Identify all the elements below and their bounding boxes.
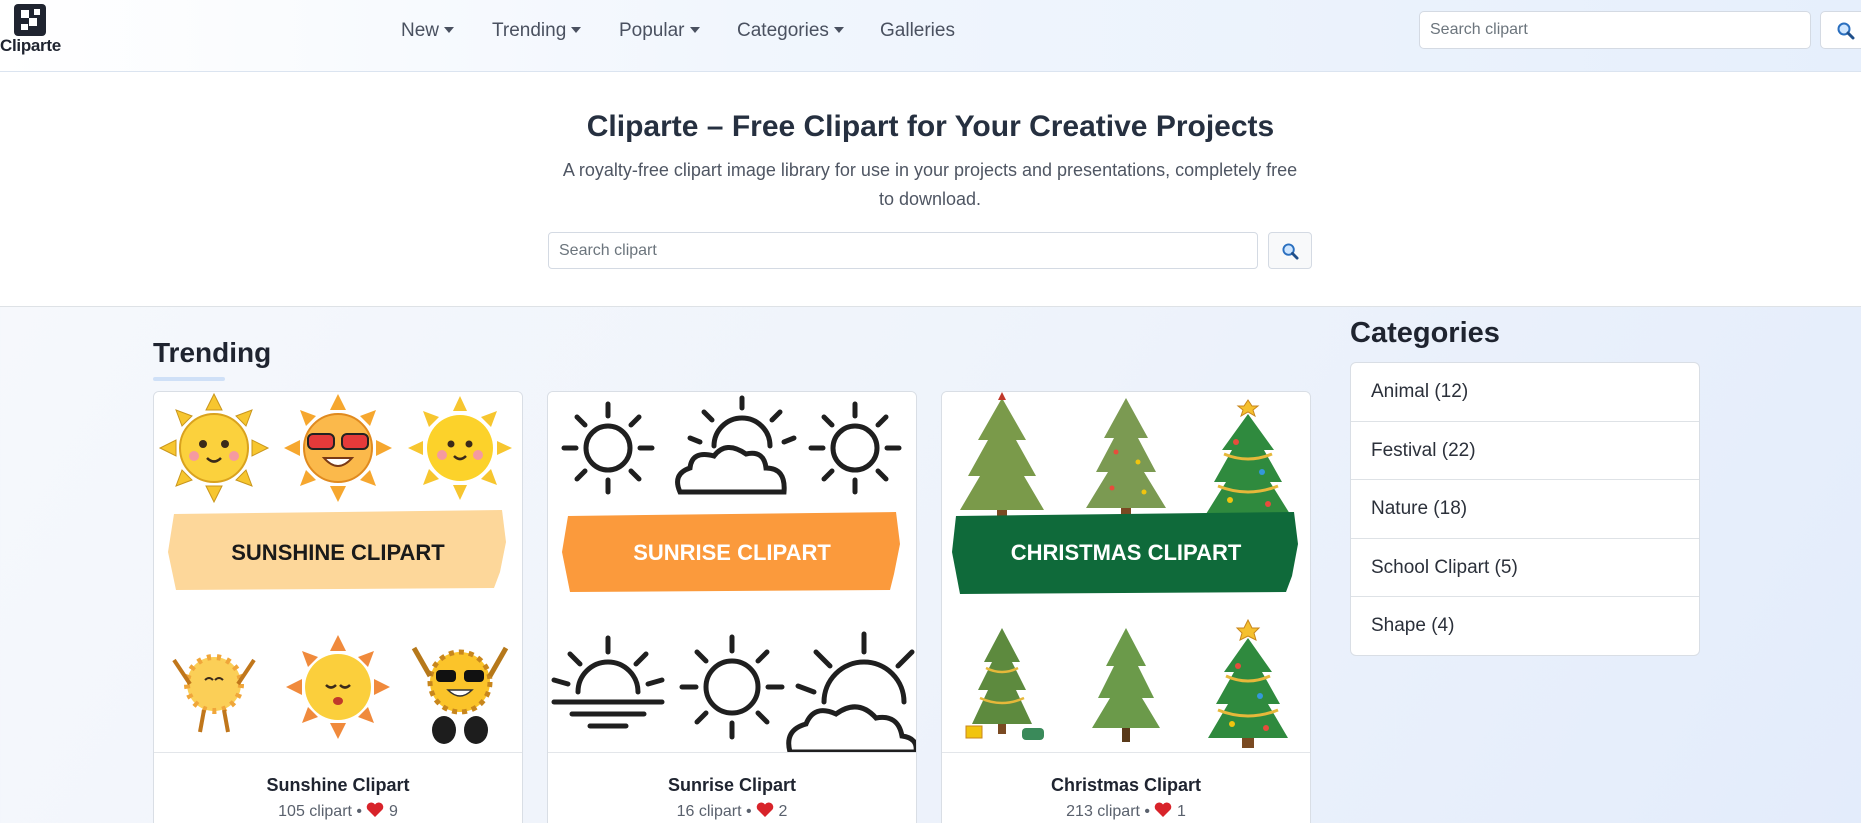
- nav-search-button[interactable]: [1820, 11, 1861, 49]
- card-meta: 105 clipart • 9: [278, 802, 398, 820]
- clipart-count: 16 clipart: [676, 803, 742, 820]
- hero-section: Cliparte – Free Clipart for Your Creativ…: [0, 72, 1861, 307]
- trending-card-christmas[interactable]: CHRISTMAS CLIPART Christmas Clipart 213 …: [941, 391, 1311, 823]
- category-item-school-clipart[interactable]: School Clipart (5): [1351, 539, 1699, 597]
- nav-popular-label: Popular: [619, 20, 685, 41]
- heart-icon: [1155, 802, 1172, 817]
- nav-trending[interactable]: Trending: [492, 18, 582, 44]
- category-item-shape[interactable]: Shape (4): [1351, 597, 1699, 655]
- chevron-down-icon: [689, 27, 700, 33]
- logo-icon: [14, 4, 46, 36]
- hero-subtitle: A royalty-free clipart image library for…: [562, 160, 1298, 209]
- nav-galleries[interactable]: Galleries: [880, 18, 955, 44]
- card-body: Christmas Clipart 213 clipart • 1: [942, 752, 1310, 823]
- category-item-festival[interactable]: Festival (22): [1351, 422, 1699, 480]
- category-item-nature[interactable]: Nature (18): [1351, 480, 1699, 539]
- sunrise-clipart-thumbnail: SUNRISE CLIPART: [548, 392, 916, 752]
- chevron-down-icon: [833, 27, 844, 33]
- card-meta: 213 clipart • 1: [1066, 802, 1186, 820]
- trending-heading: Trending: [153, 337, 272, 368]
- hero-search-input[interactable]: [548, 232, 1258, 269]
- navbar: Cliparte New Trending Popular Categories…: [0, 0, 1861, 72]
- nav-categories[interactable]: Categories: [737, 18, 844, 44]
- sunrise-banner-text: SUNRISE CLIPART: [633, 540, 831, 565]
- card-body: Sunshine Clipart 105 clipart • 9: [154, 752, 522, 823]
- nav-new[interactable]: New: [401, 18, 455, 44]
- nav-categories-label: Categories: [737, 20, 829, 41]
- christmas-clipart-thumbnail: CHRISTMAS CLIPART: [942, 392, 1310, 752]
- heading-underline: [153, 377, 225, 381]
- nav-galleries-label: Galleries: [880, 20, 955, 41]
- category-item-animal[interactable]: Animal (12): [1351, 363, 1699, 422]
- card-meta: 16 clipart • 2: [676, 802, 788, 820]
- sunshine-clipart-thumbnail: SUNSHINE CLIPART: [154, 392, 522, 752]
- categories-heading: Categories: [1350, 317, 1500, 349]
- sunshine-banner-text: SUNSHINE CLIPART: [231, 540, 445, 565]
- card-title[interactable]: Sunshine Clipart: [154, 775, 522, 796]
- logo-text: Cliparte: [0, 36, 61, 55]
- nav-search-input[interactable]: [1419, 11, 1811, 49]
- card-title[interactable]: Christmas Clipart: [942, 775, 1310, 796]
- site-logo[interactable]: Cliparte: [0, 4, 66, 55]
- categories-list: Animal (12) Festival (22) Nature (18) Sc…: [1350, 362, 1700, 656]
- hero-search-button[interactable]: [1268, 232, 1312, 269]
- like-count: 1: [1176, 803, 1186, 820]
- chevron-down-icon: [444, 27, 455, 33]
- page-title: Cliparte – Free Clipart for Your Creativ…: [586, 110, 1275, 143]
- trending-card-sunshine[interactable]: SUNSHINE CLIPART Sunshine Clipart 105 cl…: [153, 391, 523, 823]
- heart-icon: [367, 802, 384, 817]
- nav-trending-label: Trending: [492, 20, 567, 41]
- search-icon: [1282, 243, 1299, 260]
- clipart-count: 213 clipart: [1066, 803, 1140, 820]
- clipart-count: 105 clipart: [278, 803, 352, 820]
- search-icon: [1837, 22, 1855, 40]
- card-body: Sunrise Clipart 16 clipart • 2: [548, 752, 916, 823]
- nav-new-label: New: [401, 20, 440, 41]
- chevron-down-icon: [571, 27, 582, 33]
- christmas-banner-text: CHRISTMAS CLIPART: [1011, 540, 1242, 565]
- trending-card-sunrise[interactable]: SUNRISE CLIPART Sunrise Clipart 16 clipa…: [547, 391, 917, 823]
- heart-icon: [756, 802, 774, 817]
- like-count: 2: [778, 803, 788, 820]
- like-count: 9: [388, 803, 398, 820]
- nav-popular[interactable]: Popular: [619, 18, 700, 44]
- card-title[interactable]: Sunrise Clipart: [548, 775, 916, 796]
